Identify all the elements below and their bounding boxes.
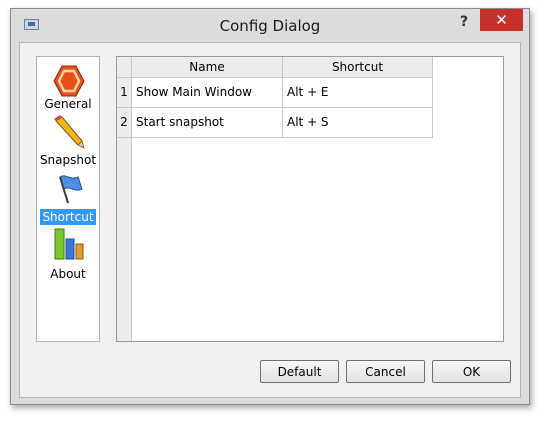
table-cell-shortcut[interactable]: Alt + E bbox=[283, 78, 433, 108]
table-corner bbox=[117, 57, 132, 78]
row-number: 2 bbox=[117, 108, 132, 138]
column-header-name[interactable]: Name bbox=[132, 57, 283, 78]
table-cell-name[interactable]: Start snapshot bbox=[132, 108, 283, 138]
category-sidebar: General Snapshot Shortcut About bbox=[36, 56, 100, 342]
row-header-gutter bbox=[117, 138, 132, 341]
sidebar-item-general[interactable]: General bbox=[37, 57, 99, 113]
dialog-client-area: General Snapshot Shortcut About Name Sho… bbox=[19, 42, 521, 398]
config-dialog-window: Config Dialog ? ✕ General Snapshot Short… bbox=[10, 8, 530, 405]
sidebar-item-label: Shortcut bbox=[40, 209, 96, 225]
table-cell-shortcut[interactable]: Alt + S bbox=[283, 108, 433, 138]
flag-icon bbox=[59, 175, 83, 204]
sidebar-item-snapshot[interactable]: Snapshot bbox=[37, 115, 99, 171]
table-cell-name[interactable]: Show Main Window bbox=[132, 78, 283, 108]
sidebar-item-label: General bbox=[44, 97, 92, 111]
close-button[interactable]: ✕ bbox=[480, 9, 523, 31]
help-button[interactable]: ? bbox=[451, 11, 477, 33]
cancel-button[interactable]: Cancel bbox=[346, 360, 425, 383]
close-icon: ✕ bbox=[495, 11, 508, 29]
column-header-shortcut[interactable]: Shortcut bbox=[283, 57, 433, 78]
bar-chart-icon bbox=[54, 228, 84, 260]
shortcut-table-panel: Name Shortcut 1 Show Main Window Alt + E… bbox=[116, 56, 504, 342]
row-number: 1 bbox=[117, 78, 132, 108]
sidebar-item-about[interactable]: About bbox=[37, 227, 99, 283]
sidebar-item-shortcut[interactable]: Shortcut bbox=[37, 171, 99, 227]
ok-button[interactable]: OK bbox=[432, 360, 511, 383]
title-bar[interactable]: Config Dialog ? ✕ bbox=[11, 9, 529, 42]
pencil-icon bbox=[54, 115, 85, 149]
sidebar-item-label: Snapshot bbox=[39, 153, 97, 167]
sidebar-item-label: About bbox=[50, 267, 86, 281]
hexagon-icon bbox=[53, 65, 85, 97]
default-button[interactable]: Default bbox=[260, 360, 339, 383]
